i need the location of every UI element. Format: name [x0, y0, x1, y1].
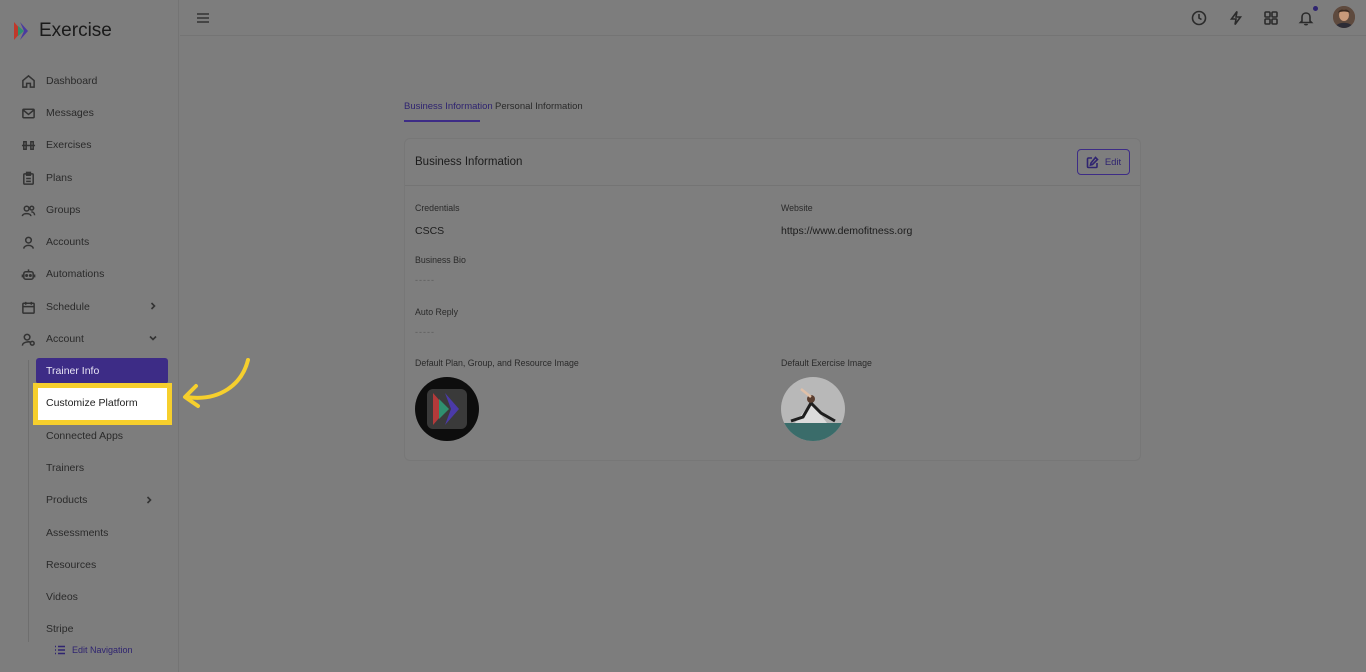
brand-logo — [14, 22, 28, 40]
website-value: https://www.demofitness.org — [781, 225, 913, 237]
sidebar-item-groups[interactable]: Groups — [20, 199, 160, 221]
submenu-line — [28, 360, 29, 642]
list-icon — [55, 645, 65, 655]
avatar-image — [1333, 6, 1355, 28]
sidebar-subitem-connected-apps[interactable]: Connected Apps — [36, 423, 168, 449]
sidebar-subitem-resources[interactable]: Resources — [36, 552, 168, 578]
chevron-down-icon[interactable] — [148, 333, 158, 343]
brand-name: Exercise — [39, 20, 112, 41]
robot-icon — [20, 266, 36, 282]
edit-icon — [1086, 155, 1099, 168]
top-bar — [180, 0, 1366, 36]
default-exercise-image-label: Default Exercise Image — [781, 358, 872, 368]
sidebar-item-dashboard[interactable]: Dashboard — [20, 70, 160, 92]
home-icon — [20, 73, 36, 89]
lightning-icon[interactable] — [1228, 10, 1244, 26]
sidebar-item-schedule[interactable]: Schedule — [20, 296, 160, 318]
notification-dot — [1313, 6, 1318, 11]
sidebar-item-label: Groups — [46, 204, 81, 216]
edit-navigation-link[interactable]: Edit Navigation — [54, 644, 133, 656]
card-title: Business Information — [415, 156, 523, 168]
default-plan-image — [415, 377, 479, 441]
avatar[interactable] — [1333, 6, 1355, 28]
sidebar-item-plans[interactable]: Plans — [20, 167, 160, 189]
sidebar-item-label: Exercises — [46, 139, 92, 151]
users-icon — [20, 202, 36, 218]
user-gear-icon — [20, 331, 36, 347]
user-icon — [20, 234, 36, 250]
sidebar-item-messages[interactable]: Messages — [20, 102, 160, 124]
exercise-photo — [781, 377, 845, 441]
sidebar-subitem-label: Connected Apps — [46, 430, 124, 442]
edit-button-label: Edit — [1104, 156, 1122, 168]
sidebar-item-account[interactable]: Account — [20, 328, 160, 350]
sidebar-item-label: Messages — [46, 107, 94, 119]
sidebar-item-exercises[interactable]: Exercises — [20, 134, 160, 156]
sidebar-subitem-label: Videos — [46, 591, 78, 603]
clipboard-icon — [20, 170, 36, 186]
auto-reply-label: Auto Reply — [415, 307, 459, 317]
brand[interactable]: Exercise — [12, 20, 112, 42]
chevron-right-icon[interactable] — [148, 301, 158, 311]
credentials-label: Credentials — [415, 203, 460, 213]
sidebar-subitem-assessments[interactable]: Assessments — [36, 520, 168, 546]
auto-reply-value: ----- — [415, 327, 435, 337]
business-bio-value: ----- — [415, 275, 435, 285]
default-exercise-image — [781, 377, 845, 441]
dumbbell-icon — [20, 137, 36, 153]
sidebar-item-label: Accounts — [46, 236, 90, 248]
sidebar-subitem-label: Products — [46, 494, 88, 506]
default-image-label: Default Plan, Group, and Resource Image — [415, 358, 579, 368]
website-label: Website — [781, 203, 813, 213]
sidebar-item-label: Account — [46, 333, 84, 345]
card-header: Business Information Edit — [405, 139, 1140, 186]
calendar-icon — [20, 299, 36, 315]
chevron-right-icon[interactable] — [144, 495, 154, 505]
sidebar-subitem-label: Trainer Info — [46, 365, 100, 377]
sidebar-subitem-videos[interactable]: Videos — [36, 584, 168, 610]
sidebar-item-label: Dashboard — [46, 75, 98, 87]
apps-grid-icon[interactable] — [1263, 10, 1279, 26]
sidebar-item-automations[interactable]: Automations — [20, 263, 160, 285]
sidebar-subitem-label: Customize Platform — [46, 397, 138, 409]
sidebar-subitem-label: Assessments — [46, 527, 109, 539]
sidebar-item-label: Automations — [46, 268, 105, 280]
sidebar-subitem-products[interactable]: Products — [36, 487, 168, 513]
sidebar-item-label: Schedule — [46, 301, 90, 313]
clock-icon[interactable] — [1191, 10, 1207, 26]
tab-personal-information[interactable]: Personal Information — [495, 101, 583, 112]
edit-navigation-label: Edit Navigation — [72, 645, 133, 655]
tab-business-information[interactable]: Business Information — [404, 101, 493, 112]
sidebar-subitem-label: Trainers — [46, 462, 85, 474]
sidebar-subitem-trainers[interactable]: Trainers — [36, 455, 168, 481]
sidebar-subitem-label: Resources — [46, 559, 97, 571]
business-information-card: Business Information Edit Credentials CS… — [404, 138, 1141, 461]
sidebar-subitem-stripe[interactable]: Stripe — [36, 616, 168, 642]
sidebar-item-label: Plans — [46, 172, 73, 184]
business-bio-label: Business Bio — [415, 255, 466, 265]
credentials-value: CSCS — [415, 225, 445, 237]
mail-icon — [20, 105, 36, 121]
menu-icon[interactable] — [196, 11, 210, 25]
sidebar-item-accounts[interactable]: Accounts — [20, 231, 160, 253]
edit-button[interactable]: Edit — [1077, 149, 1130, 175]
annotation-arrow — [183, 358, 250, 408]
active-tab-indicator — [404, 120, 480, 122]
sidebar: Exercise Dashboard Messages Exercises Pl… — [0, 0, 179, 672]
sidebar-subitem-trainer-info[interactable]: Trainer Info — [36, 358, 168, 384]
sidebar-subitem-label: Stripe — [46, 623, 74, 635]
bell-icon[interactable] — [1298, 10, 1314, 26]
default-plan-logo — [415, 377, 479, 441]
